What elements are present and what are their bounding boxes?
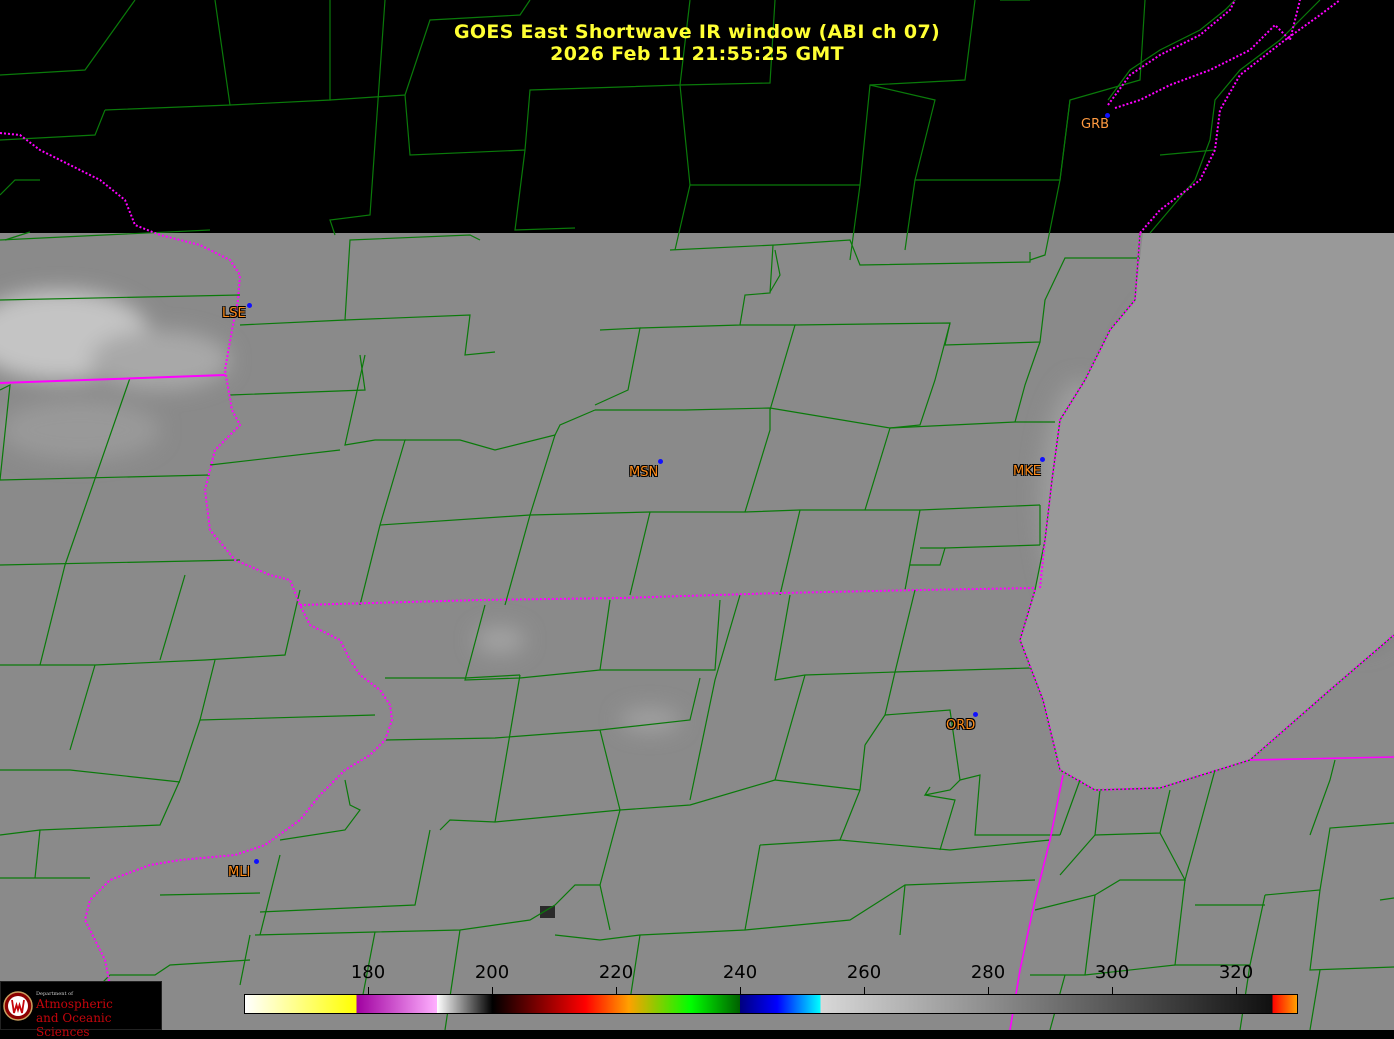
colorbar-tick-label: 300	[1094, 962, 1130, 983]
colorbar-tick-mark	[492, 987, 493, 994]
temperature-colorbar	[244, 994, 1298, 1014]
colorbar-tick-label: 200	[474, 962, 510, 983]
station-label: LSE	[222, 306, 246, 321]
colorbar-tick-mark	[988, 987, 989, 994]
station-ord: ORD	[946, 719, 975, 732]
colorbar-tick-label: 260	[846, 962, 882, 983]
station-marker	[247, 303, 252, 308]
logo-name-line2: and Oceanic Sciences	[36, 1011, 112, 1039]
colorbar-tick-mark	[616, 987, 617, 994]
satellite-map	[0, 0, 1394, 1030]
colorbar-tick-label: 180	[350, 962, 386, 983]
station-mke: MKE	[1013, 465, 1041, 478]
colorbar-tick-label: 320	[1218, 962, 1254, 983]
station-marker	[973, 712, 978, 717]
colorbar-tick-mark	[740, 987, 741, 994]
aos-logo: Department of Atmospheric and Oceanic Sc…	[0, 981, 162, 1039]
station-label: GRB	[1081, 117, 1110, 132]
colorbar-tick-label: 280	[970, 962, 1006, 983]
colorbar-tick-mark	[368, 987, 369, 994]
station-mli: MLI	[228, 866, 250, 879]
station-label: MKE	[1013, 464, 1041, 479]
station-lse: LSE	[222, 307, 246, 320]
station-marker	[658, 459, 663, 464]
map-title: GOES East Shortwave IR window (ABI ch 07…	[454, 21, 940, 43]
station-marker	[1105, 113, 1110, 118]
colorbar-tick-mark	[864, 987, 865, 994]
station-marker	[254, 859, 259, 864]
station-grb: GRB	[1081, 118, 1109, 131]
station-label: MLI	[228, 865, 251, 880]
station-msn: MSN	[629, 466, 658, 479]
map-timestamp: 2026 Feb 11 21:55:25 GMT	[550, 43, 844, 65]
colorbar-tick-mark	[1112, 987, 1113, 994]
station-label: ORD	[946, 718, 976, 733]
colorbar-tick-label: 240	[722, 962, 758, 983]
colorbar-tick-mark	[1236, 987, 1237, 994]
colorbar-tick-label: 220	[598, 962, 634, 983]
logo-name-line1: Atmospheric	[36, 997, 113, 1011]
station-label: MSN	[629, 465, 659, 480]
uw-crest-icon	[3, 991, 33, 1021]
station-marker	[1040, 457, 1045, 462]
